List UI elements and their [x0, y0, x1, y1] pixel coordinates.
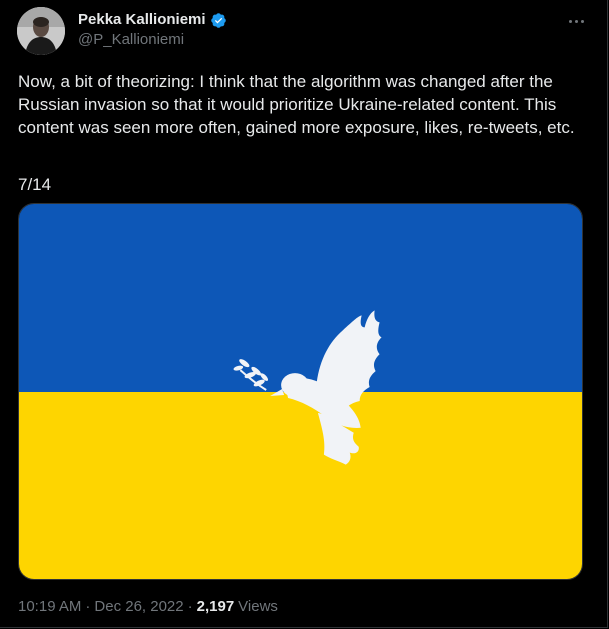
meta-separator: · [187, 598, 193, 615]
avatar-photo [17, 7, 65, 55]
tweet-date[interactable]: Dec 26, 2022 [94, 597, 183, 617]
avatar[interactable] [17, 7, 65, 55]
author-info: Pekka Kallioniemi @P_Kallioniemi [78, 10, 227, 50]
more-options-icon[interactable] [565, 10, 587, 32]
meta-separator: · [85, 598, 91, 615]
tweet-text: Now, a bit of theorizing: I think that t… [18, 72, 575, 137]
author-display-name[interactable]: Pekka Kallioniemi [78, 10, 206, 30]
tweet-image[interactable] [18, 203, 583, 580]
views-label: Views [238, 598, 278, 615]
author-handle[interactable]: @P_Kallioniemi [78, 30, 227, 50]
name-row: Pekka Kallioniemi [78, 10, 227, 30]
verified-badge-icon [210, 12, 226, 28]
peace-dove-icon [233, 310, 382, 465]
tweet-meta: 10:19 AM · Dec 26, 2022 · 2,197 Views [18, 597, 278, 617]
thread-counter: 7/14 [18, 175, 52, 194]
tweet-card: Pekka Kallioniemi @P_Kallioniemi Now, a … [0, 0, 608, 628]
tweet-time[interactable]: 10:19 AM [18, 597, 81, 617]
views-count: 2,197 [196, 598, 235, 615]
